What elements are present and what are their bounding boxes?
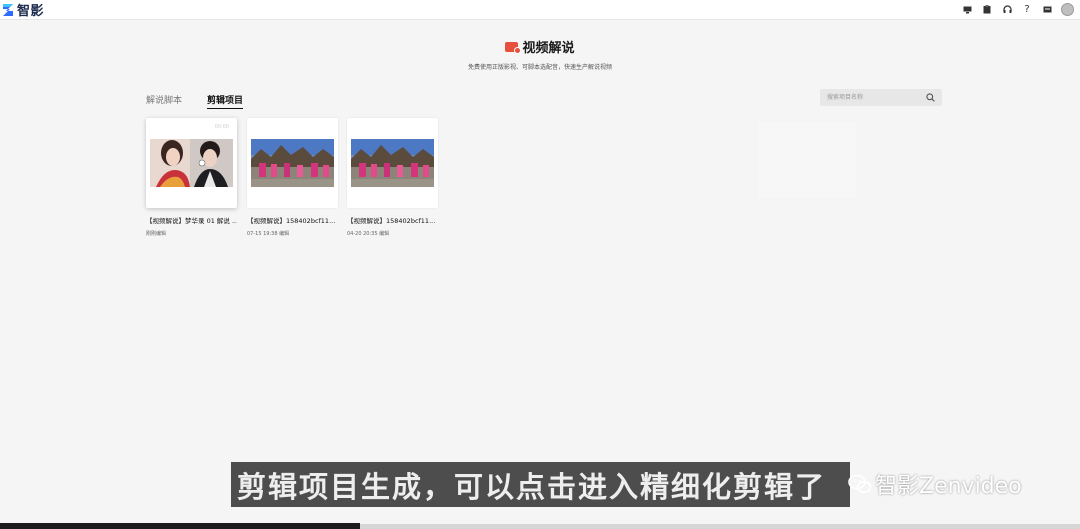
- display-icon[interactable]: [957, 2, 977, 17]
- project-thumbnail[interactable]: [347, 118, 438, 208]
- project-title: 【视频解说】158402bcf11...: [347, 217, 436, 225]
- caption-text: 剪辑项目生成，可以点击进入精细化剪辑了: [237, 469, 827, 504]
- message-icon[interactable]: [1037, 2, 1057, 17]
- watermark: 智影Zenvideo: [848, 468, 1022, 500]
- video-narration-icon: [505, 41, 522, 54]
- zhiying-logo-icon: [3, 3, 13, 16]
- help-icon[interactable]: ?: [1017, 2, 1037, 17]
- project-edit-time: 刚刚编辑: [146, 231, 167, 237]
- search-input[interactable]: [820, 89, 922, 106]
- project-thumbnail[interactable]: 00:00: [146, 118, 237, 208]
- duration-badge: 00:00: [214, 124, 229, 130]
- wechat-icon: [848, 474, 872, 493]
- top-bar: 智影 ?: [0, 0, 1080, 20]
- help-glyph: ?: [1024, 4, 1030, 15]
- project-thumbnail[interactable]: [247, 118, 338, 208]
- project-cover-image: [251, 139, 334, 187]
- tab-edit-projects[interactable]: 剪辑项目: [207, 93, 244, 109]
- project-title: 【视频解说】梦华录 01 解说 ...: [146, 217, 237, 225]
- avatar[interactable]: [1061, 3, 1074, 16]
- top-icons: ?: [957, 2, 1074, 17]
- project-cover-image: [150, 139, 233, 187]
- search-icon[interactable]: [926, 93, 935, 102]
- search-box: [820, 89, 942, 106]
- project-card[interactable]: 【视频解说】158402bcf11... 07-15 19:38 编辑: [247, 118, 338, 237]
- page-header: 视频解说 免费使用正版影视、可脚本选配音，快速生产解说视频: [0, 37, 1080, 71]
- tab-narration-script[interactable]: 解说脚本: [146, 93, 182, 109]
- bottom-dark-strip: [0, 523, 360, 529]
- bottom-light-strip: [360, 524, 1080, 529]
- headset-icon[interactable]: [997, 2, 1017, 17]
- app-logo[interactable]: 智影: [2, 1, 45, 19]
- video-subtitle-caption: 剪辑项目生成，可以点击进入精细化剪辑了: [231, 462, 850, 507]
- project-title: 【视频解说】158402bcf11...: [247, 217, 336, 225]
- project-card[interactable]: 00:00 【视频解说】梦华录 01 解说 ... 刚刚编辑: [146, 118, 237, 237]
- app-name: 智影: [17, 4, 45, 19]
- project-card[interactable]: 【视频解说】158402bcf11... 04-20 20:35 编辑: [347, 118, 438, 237]
- project-edit-time: 07-15 19:38 编辑: [247, 231, 290, 237]
- page-subtitle: 免费使用正版影视、可脚本选配音，快速生产解说视频: [467, 64, 612, 71]
- project-tabs: 解说脚本 剪辑项目: [146, 93, 268, 109]
- project-edit-time: 04-20 20:35 编辑: [347, 231, 390, 237]
- faded-background-shape: [758, 122, 856, 198]
- watermark-text: 智影Zenvideo: [875, 474, 1022, 499]
- page-title: 视频解说: [522, 41, 575, 56]
- project-cover-image: [351, 139, 434, 187]
- clipboard-icon[interactable]: [977, 2, 997, 17]
